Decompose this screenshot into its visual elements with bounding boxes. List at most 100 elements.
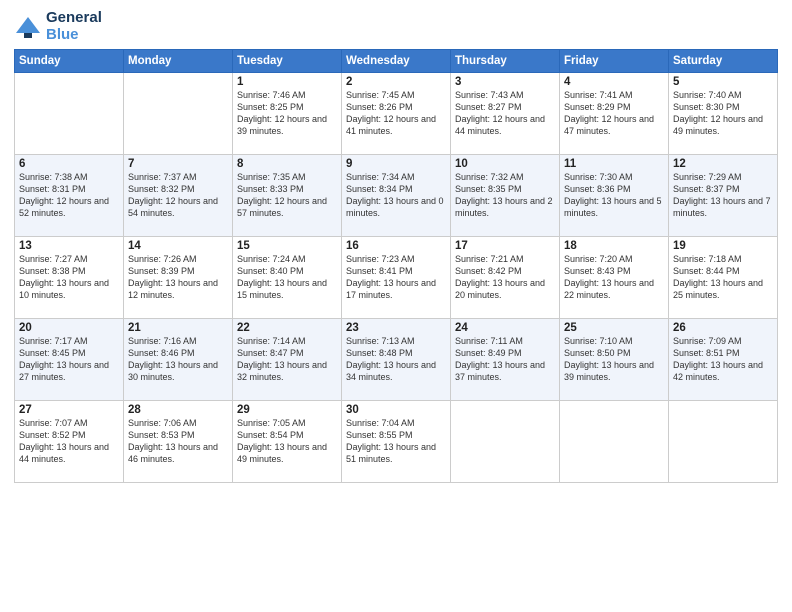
daylight-text: Daylight: 13 hours and 20 minutes. [455,278,545,300]
sunset-text: Sunset: 8:40 PM [237,266,304,276]
day-number: 29 [237,404,337,416]
day-info: Sunrise: 7:21 AM Sunset: 8:42 PM Daylight:… [455,253,555,302]
calendar-week-row: 6Sunrise: 7:38 AMSunset: 8:31 PMDaylight… [15,155,778,237]
sunrise-text: Sunrise: 7:30 AM [564,172,633,182]
daylight-text: Daylight: 13 hours and 27 minutes. [19,360,109,382]
sunrise-text: Sunrise: 7:29 AM [673,172,742,182]
sunrise-text: Sunrise: 7:35 AM [237,172,306,182]
sunset-text: Sunset: 8:29 PM [564,102,631,112]
day-number: 11 [564,158,664,170]
day-number: 10 [455,158,555,170]
day-number: 2 [346,76,446,88]
table-row: 14Sunrise: 7:26 AMSunset: 8:39 PMDayligh… [124,237,233,319]
table-row: 23Sunrise: 7:13 AMSunset: 8:48 PMDayligh… [342,319,451,401]
day-info: Sunrise: 7:17 AMSunset: 8:45 PMDaylight:… [19,335,119,384]
sunrise-text: Sunrise: 7:23 AM [346,254,415,264]
day-number: 18 [564,240,664,252]
table-row: 22Sunrise: 7:14 AMSunset: 8:47 PMDayligh… [233,319,342,401]
day-info: Sunrise: 7:45 AM Sunset: 8:26 PM Daylight:… [346,89,446,138]
day-info: Sunrise: 7:38 AMSunset: 8:31 PMDaylight:… [19,171,119,220]
day-number: 26 [673,322,773,334]
day-number: 27 [19,404,119,416]
day-number: 7 [128,158,228,170]
sunset-text: Sunset: 8:35 PM [455,184,522,194]
table-row: 26Sunrise: 7:09 AMSunset: 8:51 PMDayligh… [669,319,778,401]
logo-icon [14,13,42,41]
table-row: 15Sunrise: 7:24 AMSunset: 8:40 PMDayligh… [233,237,342,319]
sunrise-text: Sunrise: 7:21 AM [455,254,524,264]
day-info: Sunrise: 7:18 AMSunset: 8:44 PMDaylight:… [673,253,773,302]
table-row: 27Sunrise: 7:07 AMSunset: 8:52 PMDayligh… [15,401,124,483]
day-info: Sunrise: 7:10 AMSunset: 8:50 PMDaylight:… [564,335,664,384]
calendar-week-row: 20Sunrise: 7:17 AMSunset: 8:45 PMDayligh… [15,319,778,401]
day-info: Sunrise: 7:14 AMSunset: 8:47 PMDaylight:… [237,335,337,384]
col-thursday: Thursday [451,50,560,73]
day-info: Sunrise: 7:13 AMSunset: 8:48 PMDaylight:… [346,335,446,384]
day-info: Sunrise: 7:41 AM Sunset: 8:29 PM Daylight:… [564,89,664,138]
sunrise-text: Sunrise: 7:24 AM [237,254,306,264]
day-info: Sunrise: 7:35 AMSunset: 8:33 PMDaylight:… [237,171,337,220]
day-number: 24 [455,322,555,334]
table-row: 21Sunrise: 7:16 AMSunset: 8:46 PMDayligh… [124,319,233,401]
table-row: 12Sunrise: 7:29 AMSunset: 8:37 PMDayligh… [669,155,778,237]
sunset-text: Sunset: 8:51 PM [673,348,740,358]
daylight-text: Daylight: 13 hours and 5 minutes. [564,196,662,218]
day-info: Sunrise: 7:20 AMSunset: 8:43 PMDaylight:… [564,253,664,302]
day-number: 6 [19,158,119,170]
sunset-text: Sunset: 8:42 PM [455,266,522,276]
sunset-text: Sunset: 8:44 PM [673,266,740,276]
sunrise-text: Sunrise: 7:26 AM [128,254,197,264]
day-number: 19 [673,240,773,252]
day-number: 17 [455,240,555,252]
day-number: 25 [564,322,664,334]
table-row: 20Sunrise: 7:17 AMSunset: 8:45 PMDayligh… [15,319,124,401]
sunrise-text: Sunrise: 7:04 AM [346,418,415,428]
table-row: 16Sunrise: 7:23 AMSunset: 8:41 PMDayligh… [342,237,451,319]
day-number: 28 [128,404,228,416]
day-number: 14 [128,240,228,252]
day-info: Sunrise: 7:05 AMSunset: 8:54 PMDaylight:… [237,417,337,466]
daylight-text: Daylight: 13 hours and 51 minutes. [346,442,436,464]
sunset-text: Sunset: 8:48 PM [346,348,413,358]
table-row [560,401,669,483]
logo-text: General Blue [46,10,102,43]
table-row: 10Sunrise: 7:32 AMSunset: 8:35 PMDayligh… [451,155,560,237]
sunset-text: Sunset: 8:41 PM [346,266,413,276]
daylight-text: Daylight: 12 hours and 47 minutes. [564,114,654,136]
sunset-text: Sunset: 8:26 PM [346,102,413,112]
day-number: 9 [346,158,446,170]
daylight-text: Daylight: 12 hours and 54 minutes. [128,196,218,218]
sunrise-text: Sunrise: 7:17 AM [19,336,88,346]
table-row: 13Sunrise: 7:27 AMSunset: 8:38 PMDayligh… [15,237,124,319]
sunrise-text: Sunrise: 7:45 AM [346,90,415,100]
day-info: Sunrise: 7:29 AMSunset: 8:37 PMDaylight:… [673,171,773,220]
logo: General Blue [14,10,102,43]
sunset-text: Sunset: 8:37 PM [673,184,740,194]
sunset-text: Sunset: 8:27 PM [455,102,522,112]
sunset-text: Sunset: 8:38 PM [19,266,86,276]
table-row: 24Sunrise: 7:11 AMSunset: 8:49 PMDayligh… [451,319,560,401]
sunset-text: Sunset: 8:36 PM [564,184,631,194]
sunrise-text: Sunrise: 7:40 AM [673,90,742,100]
day-number: 13 [19,240,119,252]
col-monday: Monday [124,50,233,73]
sunrise-text: Sunrise: 7:41 AM [564,90,633,100]
daylight-text: Daylight: 12 hours and 39 minutes. [237,114,327,136]
day-number: 12 [673,158,773,170]
table-row: 30Sunrise: 7:04 AMSunset: 8:55 PMDayligh… [342,401,451,483]
daylight-text: Daylight: 13 hours and 49 minutes. [237,442,327,464]
calendar-header-row: Sunday Monday Tuesday Wednesday Thursday… [15,50,778,73]
sunset-text: Sunset: 8:50 PM [564,348,631,358]
sunset-text: Sunset: 8:31 PM [19,184,86,194]
daylight-text: Daylight: 12 hours and 41 minutes. [346,114,436,136]
day-info: Sunrise: 7:11 AMSunset: 8:49 PMDaylight:… [455,335,555,384]
table-row: 8Sunrise: 7:35 AMSunset: 8:33 PMDaylight… [233,155,342,237]
daylight-text: Daylight: 13 hours and 0 minutes. [346,196,444,218]
table-row: 9Sunrise: 7:34 AMSunset: 8:34 PMDaylight… [342,155,451,237]
sunset-text: Sunset: 8:52 PM [19,430,86,440]
day-info: Sunrise: 7:40 AMSunset: 8:30 PMDaylight:… [673,89,773,138]
day-info: Sunrise: 7:24 AMSunset: 8:40 PMDaylight:… [237,253,337,302]
sunrise-text: Sunrise: 7:11 AM [455,336,523,346]
day-info: Sunrise: 7:06 AMSunset: 8:53 PMDaylight:… [128,417,228,466]
table-row: 18Sunrise: 7:20 AMSunset: 8:43 PMDayligh… [560,237,669,319]
